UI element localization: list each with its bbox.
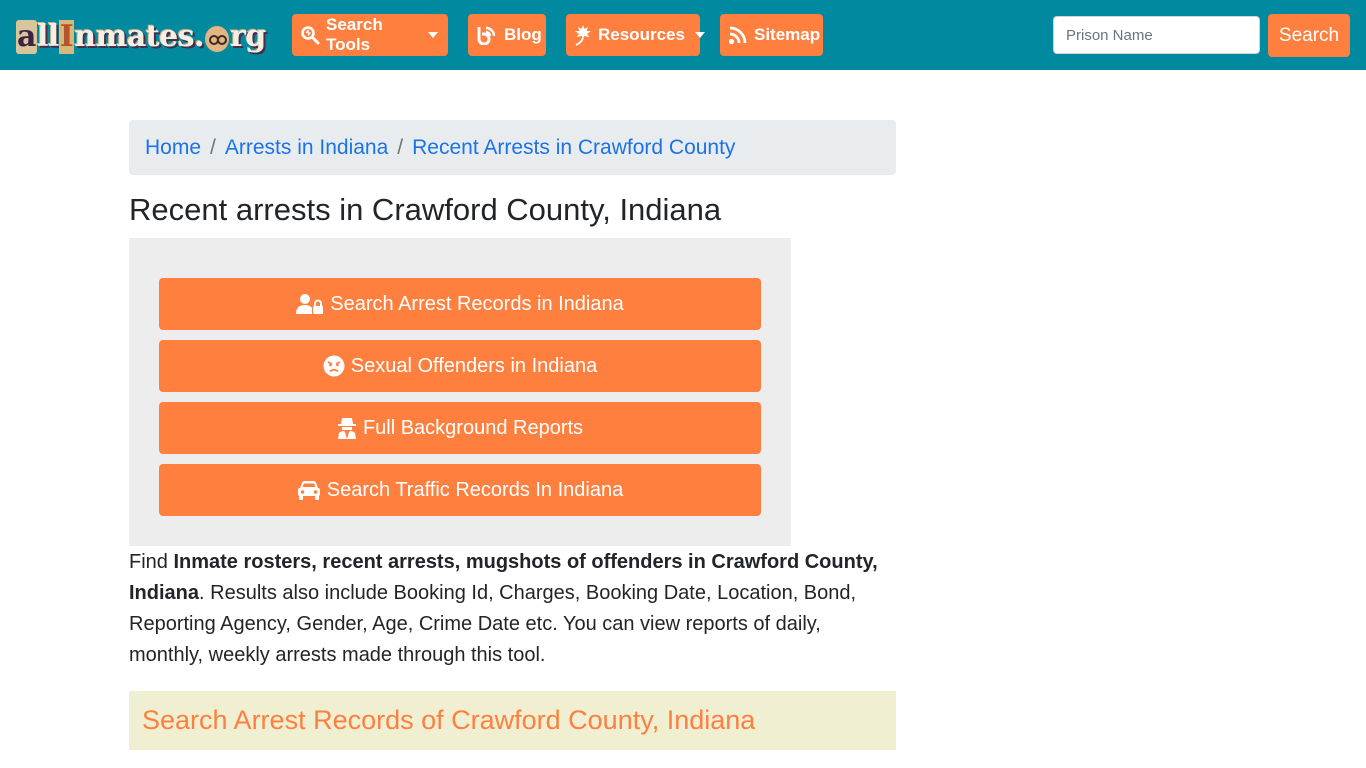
- sexual-offenders-label: Sexual Offenders in Indiana: [350, 354, 598, 377]
- full-background-reports-button[interactable]: Full Background Reports: [159, 402, 761, 454]
- caret-down-icon: [428, 32, 438, 38]
- logo-text-rg: rg: [230, 19, 266, 54]
- search-icon: [300, 25, 320, 45]
- intro-paragraph: Find Inmate rosters, recent arrests, mug…: [129, 547, 899, 671]
- nav-resources-dropdown[interactable]: Resources: [566, 14, 705, 56]
- full-background-reports-label: Full Background Reports: [362, 416, 584, 439]
- caret-down-icon: [694, 32, 705, 38]
- sexual-offenders-button[interactable]: Sexual Offenders in Indiana: [159, 340, 761, 392]
- breadcrumb-separator: /: [210, 135, 216, 159]
- breadcrumb-separator: /: [397, 135, 404, 159]
- site-logo[interactable]: a ll I nmates. rg: [16, 16, 266, 54]
- search-traffic-records-button[interactable]: Search Traffic Records In Indiana: [159, 464, 761, 516]
- search-arrest-records-button[interactable]: Search Arrest Records in Indiana: [159, 278, 761, 330]
- prison-name-search-input[interactable]: [1053, 16, 1260, 54]
- nav-search-tools-dropdown[interactable]: Search Tools: [292, 14, 448, 56]
- page-title: Recent arrests in Crawford County, India…: [129, 192, 722, 227]
- intro-suffix: . Results also include Booking Id, Charg…: [129, 582, 857, 666]
- nav-resources-label: Resources: [598, 25, 685, 44]
- search-traffic-records-label: Search Traffic Records In Indiana: [326, 478, 624, 501]
- nav-sitemap-label: Sitemap: [754, 25, 821, 44]
- handcuffs-icon: [205, 26, 230, 52]
- blogger-icon: [476, 25, 498, 45]
- search-arrest-records-label: Search Arrest Records in Indiana: [330, 292, 624, 315]
- search-arrest-records-section-header: Search Arrest Records of Crawford County…: [129, 691, 896, 750]
- action-buttons-panel: Search Arrest Records in Indiana Sexual …: [129, 238, 791, 546]
- breadcrumb: Home / Arrests in Indiana / Recent Arres…: [129, 120, 896, 175]
- logo-letter-a: a: [16, 19, 37, 54]
- car-icon: [297, 480, 321, 500]
- rss-icon: [728, 25, 748, 45]
- user-secret-icon: [337, 417, 357, 439]
- nav-search-tools-label: Search Tools: [326, 15, 383, 54]
- nav-blog-label: Blog: [504, 25, 542, 44]
- logo-letter-i: I: [58, 19, 75, 54]
- nav-blog-link[interactable]: Blog: [468, 14, 546, 56]
- navbar: a ll I nmates. rg Search Tools Blog Reso…: [0, 0, 1366, 70]
- breadcrumb-home[interactable]: Home: [145, 136, 201, 160]
- user-lock-icon: [296, 293, 324, 315]
- nav-sitemap-link[interactable]: Sitemap: [720, 14, 823, 56]
- breadcrumb-arrests-in-indiana[interactable]: Arrests in Indiana: [225, 136, 388, 160]
- angry-face-icon: [323, 355, 345, 377]
- section-heading: Search Arrest Records of Crawford County…: [142, 705, 756, 735]
- logo-text-ll: ll: [36, 19, 59, 54]
- logo-text-nmates: nmates.: [74, 19, 205, 54]
- leaf-icon: [574, 24, 592, 46]
- intro-prefix: Find: [129, 551, 174, 573]
- breadcrumb-recent-arrests-crawford[interactable]: Recent Arrests in Crawford County: [412, 136, 735, 160]
- search-button[interactable]: Search: [1268, 14, 1350, 57]
